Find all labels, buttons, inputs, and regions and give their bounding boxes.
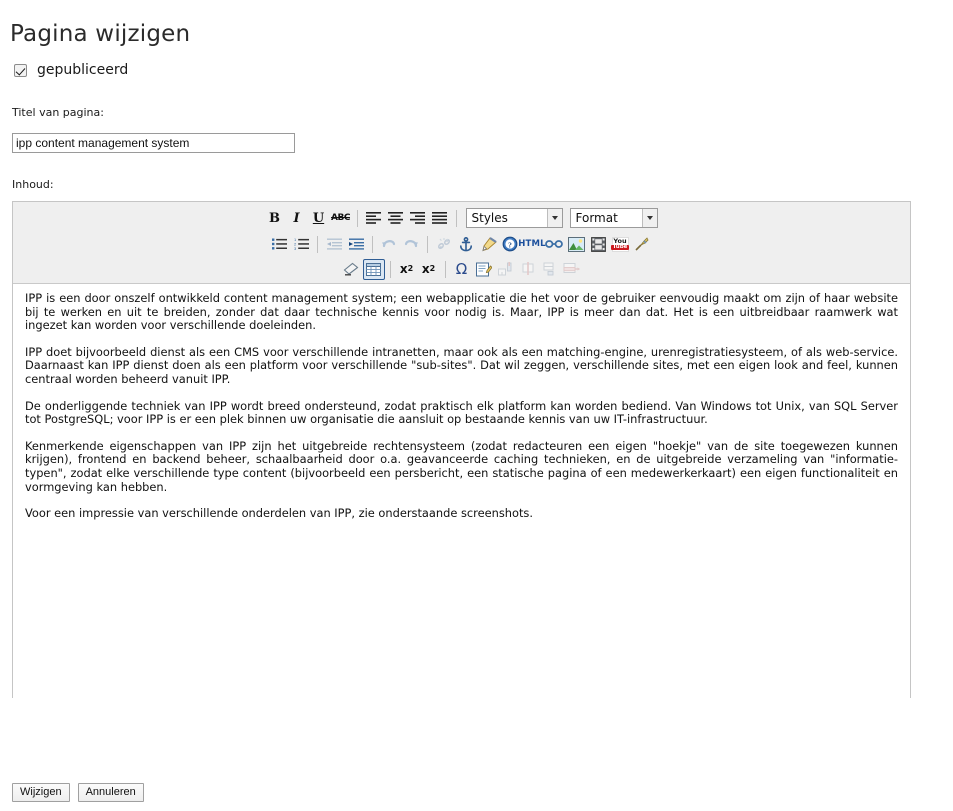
submit-button[interactable]: Wijzigen xyxy=(12,783,70,802)
toolbar-separator xyxy=(444,260,446,278)
anchor-button[interactable] xyxy=(455,234,477,255)
content-field-label: Inhoud: xyxy=(12,178,54,191)
content-paragraph: Kenmerkende eigenschappen van IPP zijn h… xyxy=(25,438,898,494)
bulleted-list-button[interactable] xyxy=(268,234,290,255)
toolbar-separator xyxy=(372,235,373,253)
title-input[interactable] xyxy=(12,133,295,153)
content-paragraph: De onderliggende techniek van IPP wordt … xyxy=(25,398,898,427)
toolbar-row-2: 1 2 3 ? HTML You Tube xyxy=(13,231,910,257)
chevron-down-icon xyxy=(641,209,657,227)
form-actions: Wijzigen Annuleren xyxy=(12,783,144,802)
published-checkbox-row[interactable]: gepubliceerd xyxy=(14,62,128,78)
edit-form-button[interactable] xyxy=(473,259,495,280)
toolbar-row-1: B I U ABC Styles Format xyxy=(13,205,910,231)
youtube-icon: You Tube xyxy=(610,236,630,252)
special-character-button[interactable]: Ω xyxy=(451,259,473,280)
toolbar-separator xyxy=(317,235,318,253)
unlink-button[interactable] xyxy=(433,234,455,255)
published-checkbox[interactable] xyxy=(14,63,27,77)
styles-select[interactable]: Styles xyxy=(465,208,563,228)
strikethrough-button[interactable]: ABC xyxy=(330,208,352,229)
title-field-label: Titel van pagina: xyxy=(12,106,104,119)
insert-cell-button[interactable] xyxy=(517,259,539,280)
link-button[interactable] xyxy=(543,234,565,255)
editor-content-area[interactable]: IPP is een door onszelf ontwikkeld conte… xyxy=(13,284,910,698)
youtube-button[interactable]: You Tube xyxy=(609,234,631,255)
superscript-button[interactable]: x2 xyxy=(418,259,440,280)
toolbar-separator xyxy=(389,260,391,278)
image-button[interactable] xyxy=(565,234,587,255)
numbered-list-button[interactable]: 1 2 3 xyxy=(290,234,312,255)
flash-video-button[interactable] xyxy=(587,234,609,255)
chevron-down-icon xyxy=(546,209,562,227)
align-right-button[interactable] xyxy=(407,208,429,229)
maximize-button[interactable] xyxy=(631,234,653,255)
page-title: Pagina wijzigen xyxy=(10,21,191,48)
align-center-button[interactable] xyxy=(385,208,407,229)
youtube-label-bottom: Tube xyxy=(610,243,630,250)
rich-text-editor: B I U ABC Styles Format 1 2 3 ? HTML You… xyxy=(12,201,911,698)
subscript-button[interactable]: x2 xyxy=(396,259,418,280)
page-root: Pagina wijzigen gepubliceerd Titel van p… xyxy=(0,0,953,811)
toolbar-separator xyxy=(427,235,428,253)
toolbar-separator xyxy=(356,209,358,227)
insert-row-button[interactable] xyxy=(539,259,561,280)
table-button[interactable] xyxy=(362,258,385,280)
insert-column-button[interactable] xyxy=(495,259,517,280)
undo-button[interactable] xyxy=(378,234,400,255)
increase-indent-button[interactable] xyxy=(345,234,367,255)
content-paragraph: IPP doet bijvoorbeeld dienst als een CMS… xyxy=(25,344,898,386)
cancel-button[interactable]: Annuleren xyxy=(77,783,144,802)
toolbar-row-3: x2 x2 Ω xyxy=(13,257,910,281)
underline-button[interactable]: U xyxy=(308,208,330,229)
decrease-indent-button[interactable] xyxy=(323,234,345,255)
format-select-value: Format xyxy=(575,211,618,225)
align-justify-button[interactable] xyxy=(429,208,451,229)
styles-select-value: Styles xyxy=(471,211,508,225)
editor-toolbar: B I U ABC Styles Format 1 2 3 ? HTML You… xyxy=(13,202,910,284)
published-label: gepubliceerd xyxy=(37,62,129,78)
redo-button[interactable] xyxy=(400,234,422,255)
remove-format-button[interactable] xyxy=(477,234,499,255)
format-select[interactable]: Format xyxy=(569,208,658,228)
svg-text:3: 3 xyxy=(294,246,297,250)
source-html-button[interactable]: HTML xyxy=(518,234,545,255)
toolbar-separator xyxy=(455,209,457,227)
bold-button[interactable]: B xyxy=(264,208,286,229)
merge-cells-button[interactable] xyxy=(561,259,583,280)
align-left-button[interactable] xyxy=(363,208,385,229)
italic-button[interactable]: I xyxy=(286,208,308,229)
content-paragraph: Voor een impressie van verschillende ond… xyxy=(25,506,533,521)
eraser-button[interactable] xyxy=(341,259,363,280)
svg-text:?: ? xyxy=(508,240,512,249)
content-paragraph: IPP is een door onszelf ontwikkeld conte… xyxy=(25,291,898,333)
